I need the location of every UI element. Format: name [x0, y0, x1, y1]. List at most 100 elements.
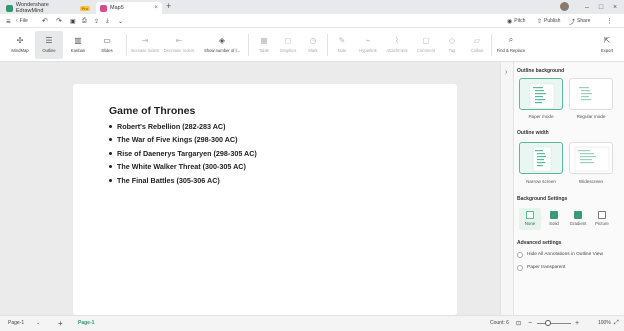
bg-none-option[interactable]: None [519, 208, 541, 230]
gradient-fill-icon [574, 211, 582, 219]
outline-item[interactable]: The White Walker Threat (300-305 AC) [109, 162, 246, 171]
outline-width-heading: Outline width [517, 130, 549, 136]
bullet-icon [109, 138, 112, 141]
mindmap-view-button[interactable]: ✣ MindMap [6, 31, 34, 59]
app-tab[interactable]: Wondershare EdrawMind Pro [2, 2, 94, 14]
outline-item[interactable]: Rise of Daenerys Targaryen (298-305 AC) [109, 149, 257, 158]
attachment-label: Attachment [386, 48, 408, 53]
show-number-button[interactable]: ◈ Show number of l... [199, 31, 245, 59]
outline-label: Outline [42, 48, 56, 53]
redo-icon[interactable]: ↷ [56, 14, 62, 28]
export-button[interactable]: ⇱ Export [593, 31, 621, 59]
graphics-button[interactable]: ◻ Graphics [274, 31, 302, 59]
bg-gradient-label: Gradient [569, 221, 587, 226]
outline-item-text: The Final Battles (305-306 AC) [117, 176, 220, 185]
file-menu[interactable]: ‹ File [16, 14, 28, 28]
bg-none-label: None [524, 221, 536, 226]
share-icon: ⤴ [569, 19, 576, 26]
increase-indent-button[interactable]: ⇥ Increase Indent [128, 31, 162, 59]
publish-icon: ⇧ [537, 18, 543, 25]
widescreen-option[interactable] [569, 142, 613, 174]
hide-annotations-checkbox[interactable] [517, 252, 523, 258]
share-button[interactable]: ⤴ Share [569, 14, 590, 28]
narrow-screen-option[interactable] [519, 142, 563, 174]
comment-button[interactable]: ▢ Comment [412, 31, 440, 59]
document-tab[interactable]: Map5 × [96, 2, 162, 14]
zoom-level[interactable]: 100% [598, 315, 611, 331]
decrease-indent-icon: ⇤ [175, 35, 183, 45]
export-file-icon[interactable]: ⤓ [106, 14, 109, 28]
publish-button[interactable]: ⇧ Publish [537, 14, 560, 28]
page-selector[interactable]: Page-1 ⌄ [8, 315, 40, 331]
regular-mode-option[interactable] [569, 78, 613, 110]
bullet-icon [109, 125, 112, 128]
mindmap-label: MindMap [11, 48, 29, 53]
callout-button[interactable]: ▱ Callout [463, 31, 491, 59]
mindmap-icon: ✣ [16, 35, 24, 45]
advanced-settings-heading: Advanced settings [517, 240, 562, 246]
decrease-indent-button[interactable]: ⇤ Decrease Indent [162, 31, 196, 59]
print-icon[interactable]: ⎙ [82, 14, 87, 28]
more-icon[interactable]: ⌄ [118, 14, 123, 28]
outline-item-text: The White Walker Threat (300-305 AC) [117, 162, 246, 171]
hyperlink-button[interactable]: ⌁ Hyperlink [354, 31, 382, 59]
kanban-label: Kanban [70, 48, 86, 53]
outline-item[interactable]: The Final Battles (305-306 AC) [109, 176, 220, 185]
callout-icon: ▱ [473, 35, 481, 45]
zoom-in-icon[interactable]: + [575, 315, 579, 331]
more-options-icon[interactable]: ⋮ [606, 14, 613, 28]
undo-icon[interactable]: ↶ [42, 14, 48, 28]
outline-item[interactable]: Robert's Rebellion (282-283 AC) [109, 122, 225, 131]
zoom-slider[interactable] [537, 323, 571, 324]
new-tab-button[interactable]: + [166, 1, 171, 11]
close-tab-icon[interactable]: × [154, 5, 158, 11]
bg-picture-option[interactable]: Picture [591, 208, 613, 230]
tab-page-1[interactable]: Page-1 [78, 315, 94, 331]
tag-icon: ◇ [448, 35, 456, 45]
note-button[interactable]: ✎ Note [328, 31, 356, 59]
fullscreen-icon[interactable]: ⤢ [614, 315, 619, 331]
regular-mode-thumbnail [579, 87, 592, 101]
minimize-icon[interactable]: – [580, 2, 594, 12]
outline-view-button[interactable]: ☰ Outline [35, 31, 63, 59]
paper-mode-option[interactable] [519, 78, 563, 110]
find-replace-button[interactable]: ⌕ Find & Replace [493, 31, 529, 59]
bullet-icon [109, 179, 112, 182]
narrow-screen-thumbnail [532, 146, 552, 172]
mark-button[interactable]: ◷ Mark [299, 31, 327, 59]
save-icon[interactable]: ▣ [70, 14, 76, 28]
add-page-button[interactable]: + [58, 315, 63, 331]
narrow-screen-label: Narrow screen [526, 179, 556, 184]
slides-view-button[interactable]: ▭ Slides [93, 31, 121, 59]
picture-icon [598, 211, 606, 219]
tag-button[interactable]: ◇ Tag [438, 31, 466, 59]
outline-page[interactable] [73, 84, 457, 315]
paper-transparent-label: Paper transparent [527, 265, 566, 270]
kanban-view-button[interactable]: ▥ Kanban [64, 31, 92, 59]
fit-page-icon[interactable]: ⊡ [516, 315, 521, 331]
pitch-button[interactable]: ◉ Pitch [507, 14, 525, 28]
zoom-slider-handle[interactable] [545, 320, 551, 326]
export-label: Export [600, 48, 614, 53]
outline-item[interactable]: The War of Five Kings (298-300 AC) [109, 135, 237, 144]
maximize-icon[interactable]: □ [594, 2, 608, 12]
outline-item-text: Robert's Rebellion (282-283 AC) [117, 122, 226, 131]
paper-transparent-checkbox[interactable] [517, 265, 523, 271]
avatar[interactable] [560, 2, 569, 11]
zoom-out-icon[interactable]: − [528, 315, 532, 331]
outline-icon: ☰ [45, 35, 53, 45]
outline-background-heading: Outline background [517, 68, 565, 74]
no-fill-icon [526, 211, 534, 219]
divider [248, 34, 249, 56]
mark-label: Mark [308, 48, 318, 53]
chevron-right-icon[interactable]: › [505, 69, 507, 76]
bg-gradient-option[interactable]: Gradient [567, 208, 589, 230]
menu-icon[interactable]: ≡ [6, 14, 11, 28]
bg-solid-option[interactable]: Solid [543, 208, 565, 230]
page-selector-label: Page-1 [8, 320, 25, 326]
close-window-icon[interactable]: × [608, 2, 622, 12]
outline-title[interactable]: Game of Thrones [109, 105, 195, 117]
pitch-icon: ◉ [507, 18, 513, 25]
attachment-button[interactable]: ⌇ Attachment [382, 31, 412, 59]
share-file-icon[interactable]: ⇪ [94, 14, 99, 28]
